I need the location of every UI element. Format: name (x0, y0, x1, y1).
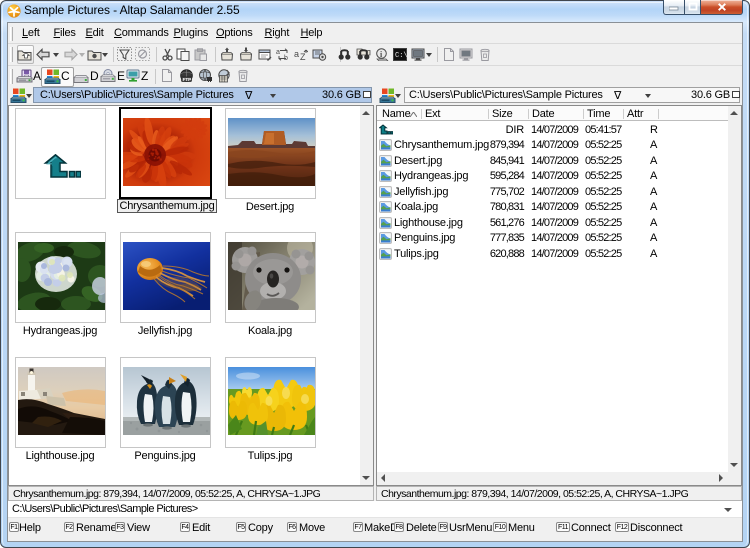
svg-text:Z: Z (300, 52, 306, 61)
svg-text:FTP: FTP (183, 77, 192, 82)
svg-text:C:\: C:\ (395, 52, 407, 60)
svg-text:a: a (294, 49, 299, 59)
svg-text:a: a (276, 49, 280, 56)
